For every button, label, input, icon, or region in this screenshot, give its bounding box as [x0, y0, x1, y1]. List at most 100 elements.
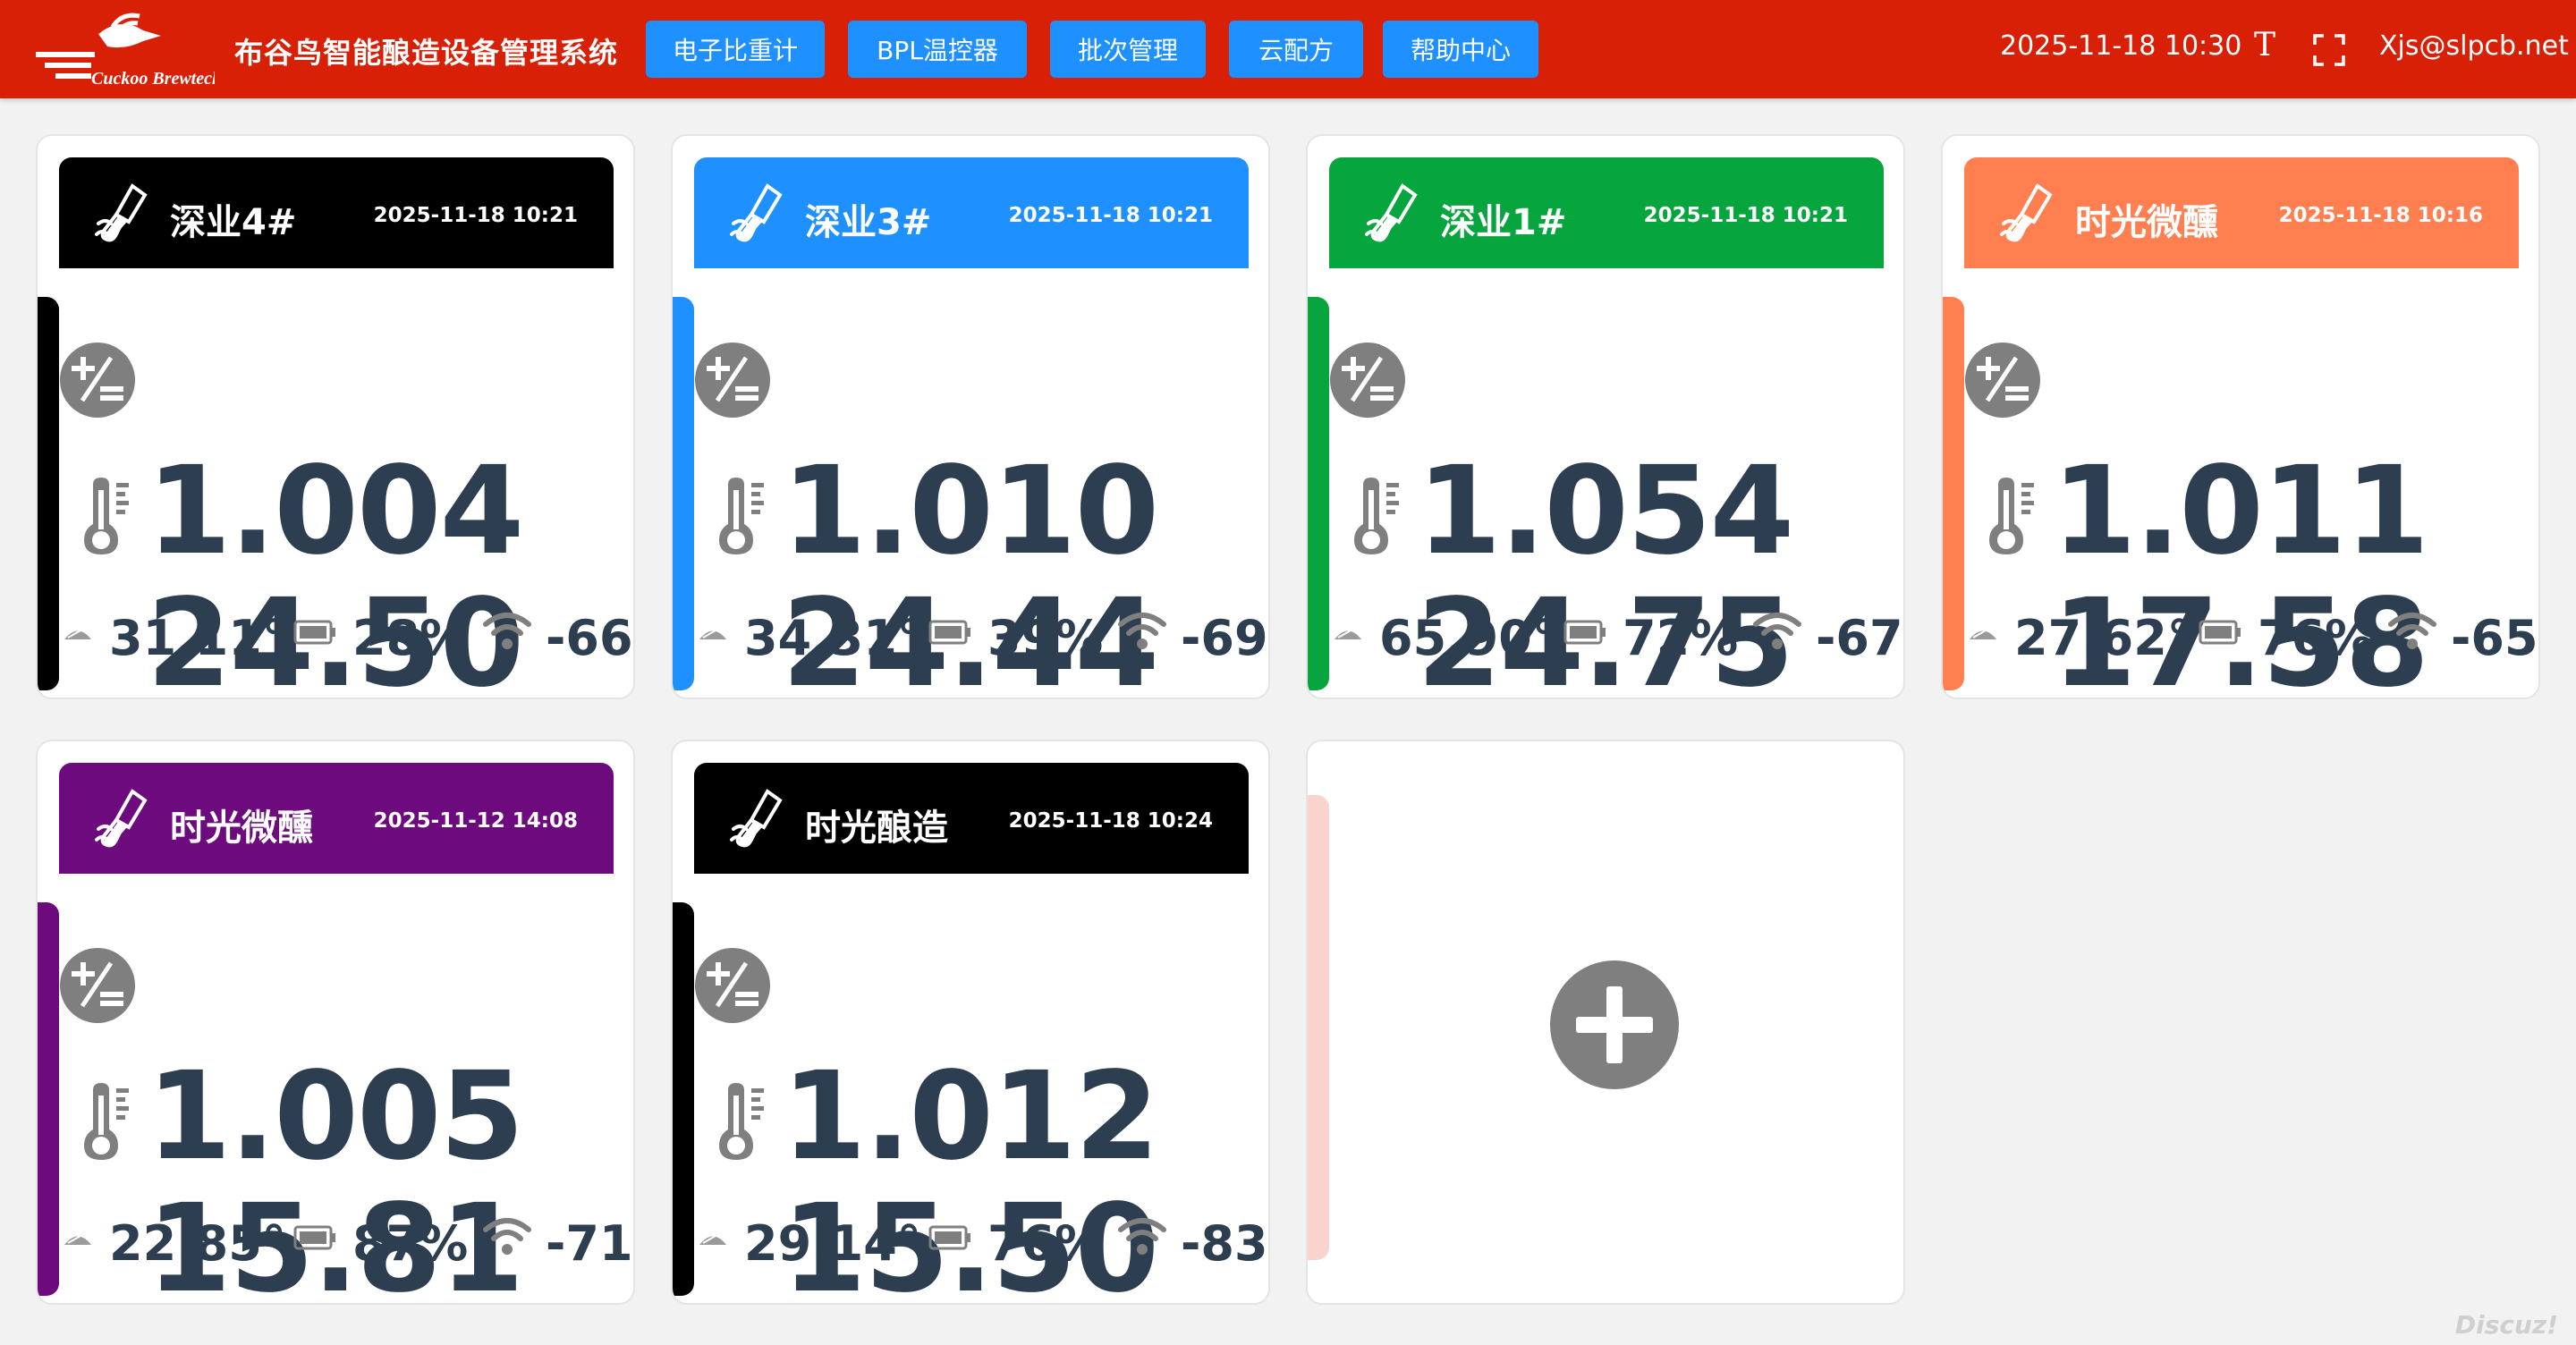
last-update-time: 2025-11-18 10:16 [2278, 204, 2483, 227]
gravity-icon [60, 343, 135, 418]
device-name: 深业1# [1440, 202, 1567, 243]
tilt-angle: 34.31° [744, 610, 921, 666]
wifi-signal-icon [483, 613, 531, 649]
current-datetime: 2025-11-18 10:30 [2000, 30, 2242, 62]
nav-help-center[interactable]: 帮助中心 [1383, 21, 1538, 78]
device-name: 深业3# [805, 202, 932, 243]
thermometer-icon [84, 1083, 129, 1160]
tilt-angle-icon [1335, 630, 1361, 639]
card-accent-bar [673, 297, 694, 690]
thermometer-icon [719, 1083, 764, 1160]
wifi-signal-icon [1753, 613, 1801, 649]
card-accent-bar [673, 902, 694, 1296]
wifi-signal-icon [2388, 613, 2436, 649]
last-update-time: 2025-11-18 10:24 [1008, 809, 1213, 833]
hydrometer-icon [95, 789, 148, 848]
battery-icon [2199, 620, 2241, 645]
signal-strength: -71 [546, 1215, 633, 1272]
device-name: 时光微醺 [2075, 202, 2218, 243]
card-header[interactable]: 深业3# 2025-11-18 10:21 [694, 157, 1249, 268]
card-header[interactable]: 时光微醺 2025-11-12 14:08 [59, 763, 614, 874]
signal-strength: -67 [1816, 610, 1903, 666]
thermometer-icon [84, 478, 129, 554]
logo-text: Cuckoo Brewtech [91, 69, 215, 89]
tilt-angle-icon [64, 1235, 91, 1245]
hydrometer-icon [2000, 183, 2053, 242]
user-email[interactable]: Xjs@slpcb.net [2379, 30, 2569, 62]
hydrometer-icon [730, 789, 783, 848]
top-header: Cuckoo Brewtech 布谷鸟智能酿造设备管理系统 电子比重计 BPL温… [0, 0, 2576, 98]
status-row: 29.14° 76% -83 [698, 1205, 1268, 1273]
nav-batch-management[interactable]: 批次管理 [1050, 21, 1206, 78]
card-header[interactable]: 深业1# 2025-11-18 10:21 [1329, 157, 1884, 268]
nav-bpl-controller[interactable]: BPL温控器 [848, 21, 1027, 78]
card-accent-bar [1308, 297, 1329, 690]
gravity-icon [695, 343, 770, 418]
tilt-angle-icon [699, 1235, 726, 1245]
nav-cloud-recipe[interactable]: 云配方 [1229, 21, 1363, 78]
tilt-angle: 27.62° [2014, 610, 2191, 666]
wifi-signal-icon [483, 1218, 531, 1255]
battery-icon [293, 620, 335, 645]
last-update-time: 2025-11-18 10:21 [1643, 204, 1848, 227]
battery-icon [293, 1225, 335, 1250]
card-header[interactable]: 深业4# 2025-11-18 10:21 [59, 157, 614, 268]
gravity-value: 1.054 [1417, 441, 1794, 582]
tilt-angle: 22.85° [109, 1215, 286, 1272]
cuckoo-logo[interactable]: Cuckoo Brewtech [36, 9, 215, 89]
device-card[interactable]: 时光微醺 2025-11-18 10:16 1.011 17.58 27.62°… [1941, 134, 2540, 699]
battery-level: 76% [2258, 610, 2374, 666]
thermometer-icon [1354, 478, 1399, 554]
device-card[interactable]: 时光酿造 2025-11-18 10:24 1.012 15.50 29.14°… [671, 740, 1270, 1305]
add-device-card[interactable] [1306, 740, 1905, 1305]
fullscreen-icon[interactable] [2313, 34, 2345, 66]
signal-strength: -83 [1181, 1215, 1268, 1272]
card-accent-bar [38, 902, 59, 1296]
device-card[interactable]: 深业1# 2025-11-18 10:21 1.054 24.75 65.90°… [1306, 134, 1905, 699]
nav-gravity-meter[interactable]: 电子比重计 [646, 21, 825, 78]
status-row: 22.85° 87% -71 [63, 1205, 633, 1273]
tilt-angle: 65.90° [1379, 610, 1556, 666]
battery-level: 72% [1623, 610, 1739, 666]
card-accent-bar [1308, 795, 1329, 1260]
watermark: Discuz! [2454, 1310, 2558, 1340]
last-update-time: 2025-11-12 14:08 [373, 809, 578, 833]
card-accent-bar [1943, 297, 1964, 690]
tilt-angle-icon [1970, 630, 1996, 639]
plus-icon[interactable] [1549, 960, 1680, 1090]
signal-strength: -65 [2451, 610, 2538, 666]
battery-level: 28% [352, 610, 469, 666]
signal-strength: -69 [1181, 610, 1268, 666]
device-card[interactable]: 深业4# 2025-11-18 10:21 1.004 24.50 31.11°… [36, 134, 635, 699]
hydrometer-icon [1365, 183, 1418, 242]
device-card[interactable]: 时光微醺 2025-11-12 14:08 1.005 15.81 22.85°… [36, 740, 635, 1305]
battery-level: 39% [987, 610, 1104, 666]
battery-icon [928, 1225, 970, 1250]
gravity-value: 1.011 [2052, 441, 2429, 582]
last-update-time: 2025-11-18 10:21 [1008, 204, 1213, 227]
thermometer-icon [1989, 478, 2034, 554]
system-title: 布谷鸟智能酿造设备管理系统 [234, 36, 619, 70]
device-name: 时光酿造 [805, 808, 948, 849]
status-row: 27.62° 76% -65 [1968, 599, 2538, 667]
gravity-value: 1.010 [782, 441, 1159, 582]
font-size-icon[interactable]: T [2254, 27, 2275, 63]
status-row: 65.90° 72% -67 [1333, 599, 1903, 667]
battery-level: 87% [352, 1215, 469, 1272]
gravity-icon [695, 948, 770, 1023]
card-header[interactable]: 时光微醺 2025-11-18 10:16 [1964, 157, 2519, 268]
card-header[interactable]: 时光酿造 2025-11-18 10:24 [694, 763, 1249, 874]
card-accent-bar [38, 297, 59, 690]
gravity-value: 1.004 [147, 441, 524, 582]
gravity-icon [1330, 343, 1405, 418]
wifi-signal-icon [1118, 613, 1166, 649]
signal-strength: -66 [546, 610, 633, 666]
device-card[interactable]: 深业3# 2025-11-18 10:21 1.010 24.44 34.31°… [671, 134, 1270, 699]
wifi-signal-icon [1118, 1218, 1166, 1255]
gravity-value: 1.012 [782, 1046, 1159, 1188]
tilt-angle-icon [64, 630, 91, 639]
device-name: 时光微醺 [170, 808, 313, 849]
hydrometer-icon [95, 183, 148, 242]
battery-icon [928, 620, 970, 645]
status-row: 31.11° 28% -66 [63, 599, 633, 667]
